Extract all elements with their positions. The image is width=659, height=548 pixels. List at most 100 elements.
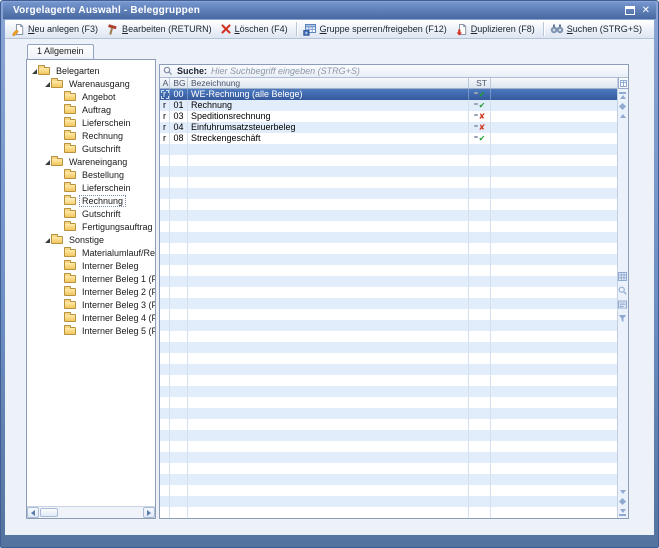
close-button[interactable]: ✕	[642, 5, 650, 16]
expand-icon[interactable]	[55, 118, 64, 127]
cell-bg	[170, 254, 188, 265]
record-marker-icon[interactable]	[618, 497, 627, 506]
details-icon[interactable]	[618, 300, 627, 309]
cell-bg: 08	[170, 133, 188, 144]
tree-item[interactable]: Rechnung	[27, 129, 155, 142]
duplicate-button[interactable]: Duplizieren (F8)	[452, 22, 540, 37]
expand-icon[interactable]	[29, 66, 38, 75]
expand-icon[interactable]	[55, 326, 64, 335]
expand-icon[interactable]	[55, 287, 64, 296]
expand-icon[interactable]	[55, 196, 64, 205]
scrollbar-thumb[interactable]	[40, 508, 58, 517]
tree-item[interactable]: Rechnung	[27, 194, 155, 207]
scroll-to-first-button[interactable]	[619, 92, 626, 99]
scroll-to-last-button[interactable]	[619, 509, 626, 516]
cell-a	[160, 474, 170, 485]
tree-item[interactable]: Gutschrift	[27, 142, 155, 155]
lock-group-button[interactable]: Gruppe sperren/freigeben (F12)	[300, 22, 452, 37]
magnifier-icon[interactable]	[618, 286, 627, 295]
table-row[interactable]: r 03 Speditionsrechnung ✘	[160, 111, 617, 122]
table-row[interactable]: r 04 Einfuhrumsatzsteuerbeleg ✘	[160, 122, 617, 133]
cell-status	[469, 463, 491, 474]
grid-view-icon[interactable]	[618, 271, 627, 281]
expand-icon[interactable]	[55, 300, 64, 309]
tree-item[interactable]: Warenausgang	[27, 77, 155, 90]
tree-item[interactable]: Interner Beleg 3 (PPS)	[27, 298, 155, 311]
tree-item[interactable]: Interner Beleg 2 (PPS)	[27, 285, 155, 298]
tree-item[interactable]: Lieferschein	[27, 116, 155, 129]
tab-allgemein[interactable]: 1 Allgemein	[27, 44, 94, 59]
column-header-bezeichnung[interactable]: Bezeichnung	[188, 78, 469, 88]
tree-item[interactable]: Auftrag	[27, 103, 155, 116]
tree-item[interactable]: Lieferschein	[27, 181, 155, 194]
grid-search-box[interactable]: Suche: Hier Suchbegriff eingeben (STRG+S…	[160, 65, 628, 78]
record-marker-icon[interactable]	[618, 102, 627, 111]
restore-button[interactable]	[624, 6, 635, 15]
scroll-down-button[interactable]	[619, 490, 626, 494]
cell-a	[160, 210, 170, 221]
tree-item[interactable]: Interner Beleg	[27, 259, 155, 272]
table-row[interactable]: r 01 Rechnung ✔	[160, 100, 617, 111]
status-dash-icon	[473, 113, 478, 116]
tree-item[interactable]: Belegarten	[27, 64, 155, 77]
cell-filler	[491, 276, 617, 287]
folder-icon	[64, 182, 76, 192]
expand-icon[interactable]	[42, 235, 51, 244]
cell-bezeichnung	[188, 452, 469, 463]
cell-status: ✘	[469, 111, 491, 122]
cell-a: r	[160, 133, 170, 144]
tree-item[interactable]: Materialumlauf/Reparatur	[27, 246, 155, 259]
expand-icon[interactable]	[55, 183, 64, 192]
scroll-up-button[interactable]	[619, 114, 626, 118]
folder-icon	[64, 143, 76, 153]
expand-icon[interactable]	[42, 79, 51, 88]
cell-bezeichnung	[188, 276, 469, 287]
table-row	[160, 188, 617, 199]
edit-button[interactable]: Bearbeiten (RETURN)	[103, 22, 217, 37]
tree-item[interactable]: Interner Beleg 5 (PPS)	[27, 324, 155, 337]
filter-icon[interactable]	[618, 314, 627, 323]
scroll-left-button[interactable]	[27, 507, 39, 518]
tree-item[interactable]: Interner Beleg 1 (PPS)	[27, 272, 155, 285]
expand-icon[interactable]	[55, 105, 64, 114]
search-button[interactable]: Suchen (STRG+S)	[547, 22, 647, 36]
table-row[interactable]: r 08 Streckengeschäft ✔	[160, 133, 617, 144]
expand-icon[interactable]	[55, 170, 64, 179]
cell-a	[160, 353, 170, 364]
cell-bezeichnung	[188, 485, 469, 496]
tree-item[interactable]: Fertigungsauftrag (PPS)	[27, 220, 155, 233]
tree-item[interactable]: Wareneingang	[27, 155, 155, 168]
tree-item[interactable]: Angebot	[27, 90, 155, 103]
column-header-a[interactable]: A	[160, 78, 170, 88]
column-header-st[interactable]: ST	[469, 78, 491, 88]
expand-icon[interactable]	[55, 261, 64, 270]
cell-a	[160, 408, 170, 419]
expand-icon[interactable]	[55, 222, 64, 231]
delete-button[interactable]: Löschen (F4)	[217, 22, 293, 36]
expand-icon[interactable]	[55, 313, 64, 322]
cell-bezeichnung	[188, 386, 469, 397]
cell-a: r	[160, 100, 170, 111]
tree-item[interactable]: Bestellung	[27, 168, 155, 181]
expand-icon[interactable]	[55, 274, 64, 283]
expand-icon[interactable]	[55, 92, 64, 101]
tree-item[interactable]: Sonstige	[27, 233, 155, 246]
cell-bg	[170, 199, 188, 210]
cell-status	[469, 166, 491, 177]
tree-item[interactable]: Interner Beleg 4 (PPS)	[27, 311, 155, 324]
table-row[interactable]: r 00 WE-Rechnung (alle Belege) ✔	[160, 89, 617, 100]
column-header-bg[interactable]: BG	[170, 78, 188, 88]
table-row	[160, 485, 617, 496]
cell-bg: 03	[170, 111, 188, 122]
expand-icon[interactable]	[55, 209, 64, 218]
expand-icon[interactable]	[42, 157, 51, 166]
scroll-right-button[interactable]	[143, 507, 155, 518]
expand-icon[interactable]	[55, 144, 64, 153]
expand-icon[interactable]	[55, 131, 64, 140]
expand-icon[interactable]	[55, 248, 64, 257]
cell-a	[160, 243, 170, 254]
new-button[interactable]: Neu anlegen (F3)	[9, 22, 103, 37]
cell-bg	[170, 397, 188, 408]
column-chooser-button[interactable]	[618, 78, 628, 89]
tree-item[interactable]: Gutschrift	[27, 207, 155, 220]
